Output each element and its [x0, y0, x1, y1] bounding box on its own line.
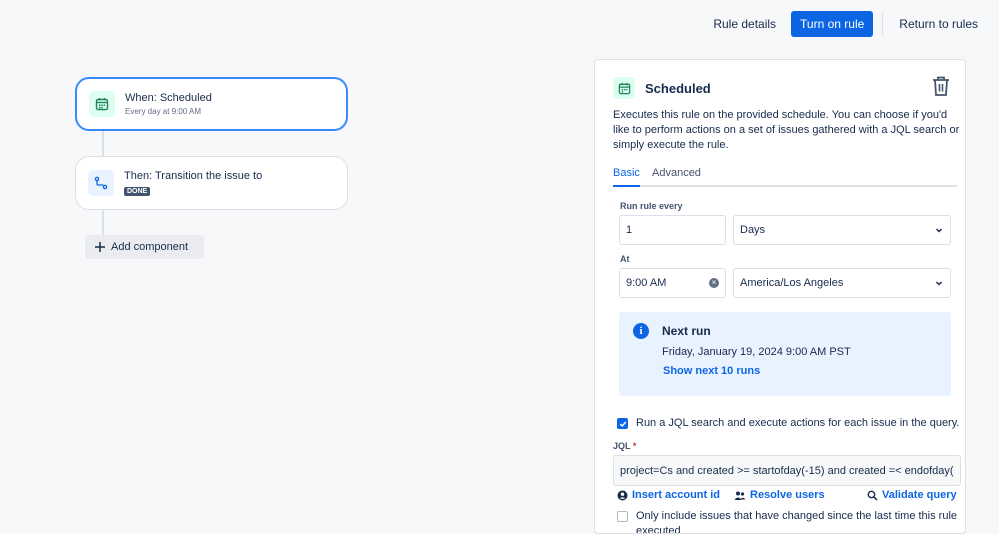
required-mark: * [632, 441, 637, 451]
calendar-icon [613, 77, 635, 99]
divider [882, 13, 884, 35]
resolve-users-link[interactable]: Resolve users [734, 489, 825, 501]
trigger-subtitle: Every day at 9:00 AM [125, 107, 202, 116]
run-every-input[interactable]: 1 [619, 215, 726, 245]
panel-description: Executes this rule on the provided sched… [613, 109, 960, 151]
connector-line [102, 210, 104, 235]
chevron-down-icon [935, 228, 943, 233]
only-include-checkbox[interactable] [617, 511, 628, 522]
add-component-button[interactable]: Add component [85, 235, 204, 259]
next-run-date: Friday, January 19, 2024 9:00 AM PST [662, 346, 851, 358]
panel-title: Scheduled [645, 80, 711, 96]
panel-header: Scheduled [613, 77, 711, 99]
unit-value: Days [740, 224, 766, 236]
clear-icon[interactable]: × [709, 278, 719, 288]
info-icon: i [633, 323, 649, 339]
user-circle-icon [617, 490, 628, 500]
jql-label: JQL * [613, 441, 637, 451]
run-every-value: 1 [626, 224, 633, 236]
rule-details-button[interactable]: Rule details [705, 12, 784, 36]
jql-input[interactable]: project=Cs and created >= startofday(-15… [613, 455, 961, 486]
time-value: 9:00 AM [626, 277, 667, 289]
connector-line [102, 131, 104, 156]
transition-icon [88, 170, 114, 196]
jql-checkbox-label: Run a JQL search and execute actions for… [636, 417, 960, 429]
jql-checkbox-row[interactable]: Run a JQL search and execute actions for… [617, 416, 962, 431]
calendar-icon [89, 91, 115, 117]
tab-advanced[interactable]: Advanced [652, 167, 701, 183]
time-input[interactable]: 9:00 AM × [619, 268, 726, 298]
status-lozenge: DONE [124, 187, 151, 196]
interval-unit-select[interactable]: Days [733, 215, 951, 245]
timezone-select[interactable]: America/Los Angeles [733, 268, 951, 298]
check-icon [619, 421, 626, 427]
trigger-title: When: Scheduled [125, 92, 212, 104]
next-run-banner: i Next run Friday, January 19, 2024 9:00… [619, 312, 951, 396]
action-node[interactable]: Then: Transition the issue to DONE [75, 156, 348, 210]
trash-icon[interactable] [931, 75, 951, 97]
jql-checkbox[interactable] [617, 418, 628, 429]
chevron-down-icon [935, 281, 943, 286]
tab-bar: Basic Advanced [613, 167, 957, 187]
search-icon [867, 490, 878, 501]
validate-query-link[interactable]: Validate query [867, 489, 957, 501]
return-to-rules-button[interactable]: Return to rules [891, 12, 986, 36]
insert-account-id-link[interactable]: Insert account id [617, 489, 720, 501]
next-run-title: Next run [662, 324, 711, 338]
plus-icon [95, 242, 105, 252]
people-icon [734, 491, 746, 500]
tab-basic[interactable]: Basic [613, 167, 640, 187]
turn-on-rule-button[interactable]: Turn on rule [791, 11, 874, 37]
add-component-label: Add component [111, 241, 189, 253]
rule-config-panel: Scheduled Executes this rule on the prov… [594, 59, 966, 534]
show-next-runs-link[interactable]: Show next 10 runs [663, 365, 760, 377]
action-title: Then: Transition the issue to [124, 170, 263, 182]
top-bar: Rule details Turn on rule Return to rule… [705, 11, 986, 37]
trigger-node[interactable]: When: Scheduled Every day at 9:00 AM [75, 77, 348, 131]
only-include-label: Only include issues that have changed si… [636, 510, 958, 534]
run-every-label: Run rule every [620, 201, 683, 211]
timezone-value: America/Los Angeles [740, 277, 844, 289]
at-label: At [620, 254, 630, 264]
only-include-checkbox-row[interactable]: Only include issues that have changed si… [617, 509, 962, 534]
